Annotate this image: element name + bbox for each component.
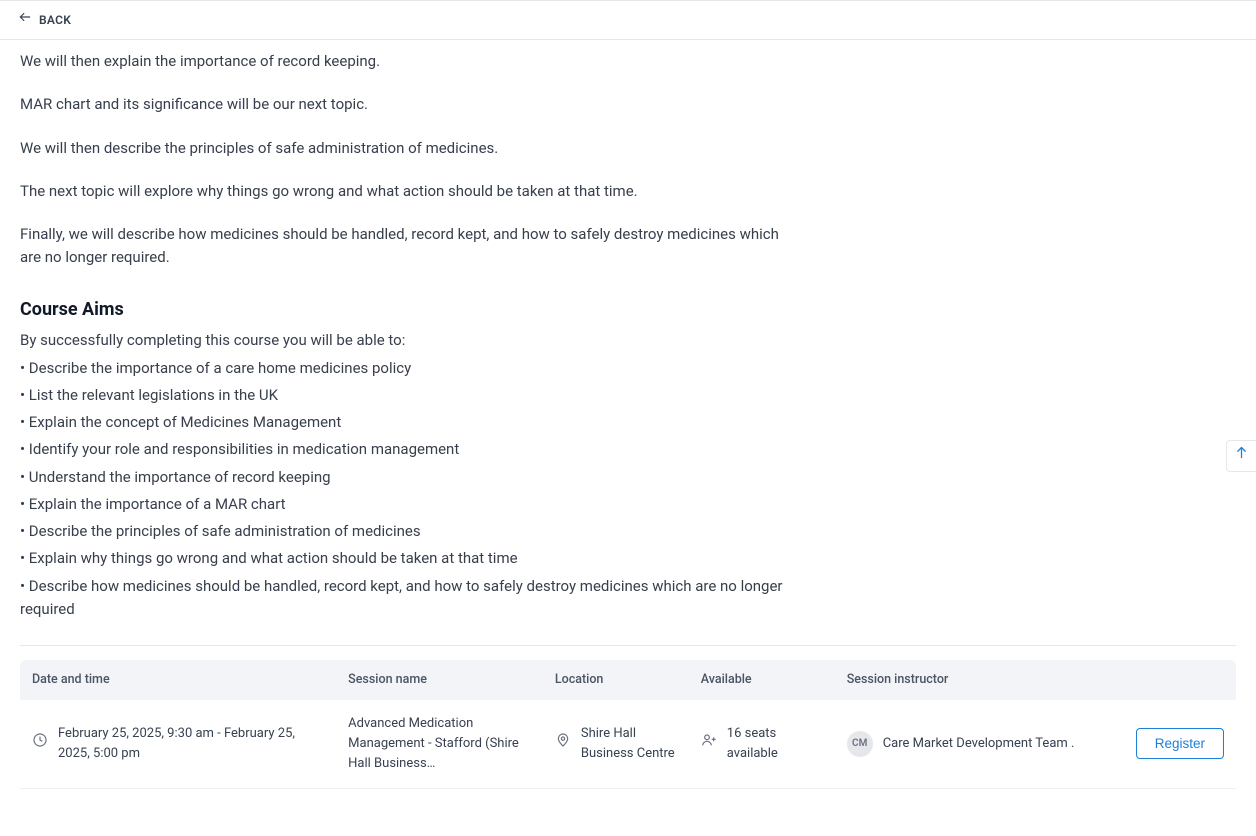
aims-bullet: • Describe how medicines should be handl…	[20, 575, 800, 622]
course-aims-heading: Course Aims	[20, 296, 800, 324]
aims-bullet: • Explain the concept of Medicines Manag…	[20, 411, 800, 434]
body-paragraph: The next topic will explore why things g…	[20, 180, 800, 203]
body-paragraph: Finally, we will describe how medicines …	[20, 223, 800, 270]
user-plus-icon	[701, 732, 717, 755]
aims-intro: By successfully completing this course y…	[20, 329, 800, 352]
back-label: BACK	[39, 11, 71, 30]
aims-bullet: • Explain the importance of a MAR chart	[20, 493, 800, 516]
arrow-up-icon	[1234, 444, 1249, 467]
body-paragraph: MAR chart and its significance will be o…	[20, 93, 800, 116]
map-pin-icon	[555, 732, 571, 755]
cell-available: 16 seats available	[727, 724, 823, 764]
register-button[interactable]: Register	[1136, 728, 1224, 759]
clock-icon	[32, 732, 48, 755]
aims-bullet: • Understand the importance of record ke…	[20, 466, 800, 489]
th-instructor: Session instructor	[835, 660, 1103, 699]
sessions-table: Date and time Session name Location Avai…	[20, 660, 1236, 789]
th-datetime: Date and time	[20, 660, 336, 699]
th-session: Session name	[336, 660, 543, 699]
body-paragraph: We will then explain the importance of r…	[20, 50, 800, 73]
avatar: CM	[847, 731, 873, 757]
cell-session: Advanced Medication Management - Staffor…	[336, 700, 543, 789]
aims-bullet: • List the relevant legislations in the …	[20, 384, 800, 407]
cell-location: Shire Hall Business Centre	[581, 724, 677, 764]
table-row: February 25, 2025, 9:30 am - February 25…	[20, 700, 1236, 789]
cell-datetime: February 25, 2025, 9:30 am - February 25…	[58, 724, 324, 764]
aims-bullet: • Describe the principles of safe admini…	[20, 520, 800, 543]
body-paragraph: We will then describe the principles of …	[20, 137, 800, 160]
th-location: Location	[543, 660, 689, 699]
scroll-to-top-button[interactable]	[1226, 440, 1256, 472]
aims-bullet: • Identify your role and responsibilitie…	[20, 438, 800, 461]
back-button[interactable]: BACK	[18, 10, 71, 30]
arrow-left-icon	[18, 10, 32, 30]
aims-bullet: • Describe the importance of a care home…	[20, 357, 800, 380]
th-available: Available	[689, 660, 835, 699]
cell-instructor: Care Market Development Team .	[883, 734, 1075, 754]
aims-bullet: • Explain why things go wrong and what a…	[20, 547, 800, 570]
